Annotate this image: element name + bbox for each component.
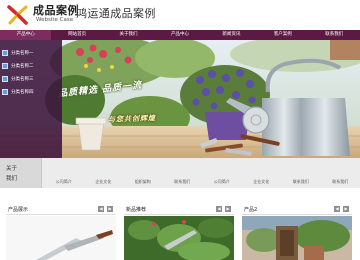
nav-item-cases[interactable]: 客户案例: [257, 30, 308, 40]
about-link[interactable]: 企业文化: [242, 158, 282, 188]
about-link[interactable]: 联系我们: [281, 158, 321, 188]
panel-product-showcase: 产品展示 ◀ ▶: [6, 205, 116, 260]
panel-new-products: 新品推荐 ◀ ▶: [124, 205, 234, 260]
site-header: 成品案例 Website Case 鸿运通成品案例: [0, 0, 360, 30]
about-link[interactable]: 组织架构: [123, 158, 163, 188]
prev-arrow-icon[interactable]: ◀: [216, 206, 222, 212]
about-link[interactable]: 联系我们: [163, 158, 203, 188]
category-thumb-icon: [2, 50, 8, 56]
sidebar-item-category-4[interactable]: 分类名称四: [2, 87, 60, 97]
panel-header: 产品2 ◀ ▶: [242, 205, 352, 215]
category-sidebar: 分类名称一 分类名称二 分类名称三 分类名称四: [0, 40, 62, 158]
about-title-line-1: 关于: [6, 166, 18, 172]
about-link[interactable]: 企业文化: [84, 158, 124, 188]
product-image[interactable]: [6, 216, 116, 260]
next-arrow-icon[interactable]: ▶: [225, 206, 231, 212]
panel-title: 新品推荐: [126, 207, 147, 213]
panel-title: 产品展示: [8, 207, 29, 213]
next-arrow-icon[interactable]: ▶: [107, 206, 113, 212]
about-link[interactable]: 公司简介: [44, 158, 84, 188]
category-thumb-icon: [2, 63, 8, 69]
product-image[interactable]: [124, 216, 234, 260]
about-links: 公司简介 企业文化 组织架构 联系我们 公司简介 企业文化 联系我们 联系我们: [44, 158, 360, 188]
main-nav: 产品中心 网站首页 关于我们 产品中心 新闻资讯 客户案例 联系我们: [0, 30, 360, 40]
logo-icon[interactable]: [6, 4, 30, 26]
sidebar-item-category-2[interactable]: 分类名称二: [2, 61, 60, 71]
sidebar-item-label: 分类名称三: [11, 77, 34, 82]
panel-title: 产品2: [244, 207, 258, 213]
sidebar-item-label: 分类名称一: [11, 51, 34, 56]
category-thumb-icon: [2, 89, 8, 95]
about-heading: 关于 我们: [0, 158, 42, 188]
next-arrow-icon[interactable]: ▶: [343, 206, 349, 212]
panel-header: 新品推荐 ◀ ▶: [124, 205, 234, 215]
sidebar-item-label: 分类名称四: [11, 90, 34, 95]
nav-item-home[interactable]: 网站首页: [51, 30, 102, 40]
nav-item-about[interactable]: 关于我们: [103, 30, 154, 40]
prev-arrow-icon[interactable]: ◀: [98, 206, 104, 212]
logo-text: 成品案例: [33, 4, 79, 17]
panel-products-2: 产品2 ◀ ▶: [242, 205, 352, 260]
about-link[interactable]: 联系我们: [321, 158, 360, 188]
nav-item-news[interactable]: 新闻资讯: [206, 30, 257, 40]
site-title: 鸿运通成品案例: [76, 7, 156, 20]
product-image[interactable]: [242, 216, 352, 260]
nav-item-products[interactable]: 产品中心: [154, 30, 205, 40]
sidebar-item-category-3[interactable]: 分类名称三: [2, 74, 60, 84]
nav-item-products-menu[interactable]: 产品中心: [0, 30, 52, 40]
sidebar-item-category-1[interactable]: 分类名称一: [2, 48, 60, 58]
category-thumb-icon: [2, 76, 8, 82]
nav-item-contact[interactable]: 联系我们: [309, 30, 360, 40]
about-title-line-2: 我们: [6, 176, 18, 182]
panel-header: 产品展示 ◀ ▶: [6, 205, 116, 215]
banner-slogan-2: 与您共创辉煌: [107, 114, 157, 124]
prev-arrow-icon[interactable]: ◀: [334, 206, 340, 212]
logo-subtitle: Website Case: [36, 17, 74, 23]
sidebar-item-label: 分类名称二: [11, 64, 34, 69]
about-strip: 关于 我们 公司简介 企业文化 组织架构 联系我们 公司简介 企业文化 联系我们…: [0, 158, 360, 188]
about-link[interactable]: 公司简介: [202, 158, 242, 188]
